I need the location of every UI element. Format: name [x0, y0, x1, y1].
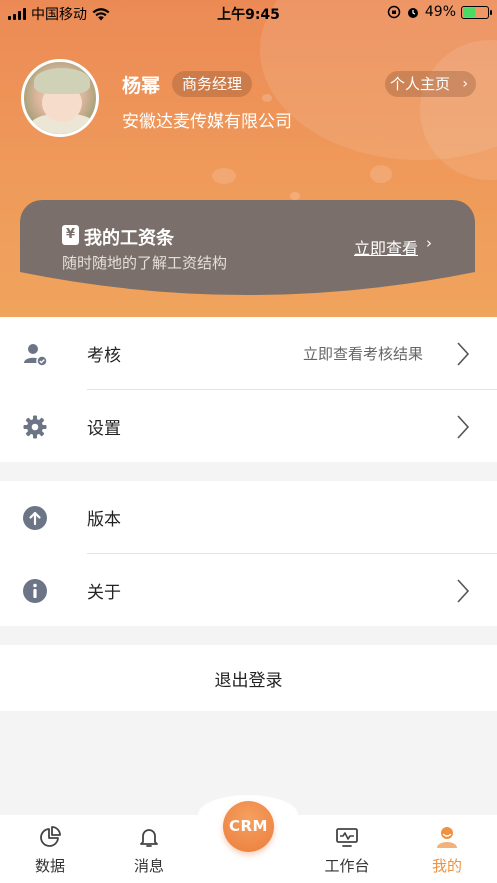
- homepage-button-label: 个人主页: [390, 75, 451, 93]
- tab-workbench[interactable]: 工作台: [297, 815, 397, 883]
- header-decoration: [290, 192, 300, 200]
- assessment-hint: 立即查看考核结果: [302, 345, 423, 363]
- menu-group-main: 考核 立即查看考核结果 设置: [0, 317, 497, 462]
- crm-center-button[interactable]: CRM: [223, 801, 274, 852]
- menu-item-assessment[interactable]: 考核 立即查看考核结果: [0, 317, 497, 389]
- tab-label: 消息: [133, 857, 164, 875]
- menu-item-settings[interactable]: 设置: [0, 390, 497, 462]
- homepage-button[interactable]: 个人主页 ›: [385, 71, 476, 97]
- salary-icon: ¥: [62, 225, 79, 245]
- logout-button[interactable]: 退出登录: [0, 645, 497, 711]
- salary-title: 我的工资条: [84, 228, 174, 249]
- status-bar: 中国移动 上午9:45 49%: [0, 0, 497, 26]
- tab-label: 数据: [34, 857, 65, 875]
- chevron-right-icon: ›: [462, 76, 468, 92]
- header-decoration: [212, 168, 236, 184]
- tab-mine[interactable]: 我的: [397, 815, 497, 883]
- company-name: 安徽达麦传媒有限公司: [122, 112, 292, 132]
- info-icon: [23, 579, 47, 603]
- monitor-icon: [336, 828, 358, 847]
- menu-item-label: 版本: [87, 510, 121, 530]
- chevron-right-icon: [457, 579, 470, 603]
- tab-label: 我的: [431, 857, 462, 875]
- user-name: 杨幂: [122, 75, 161, 97]
- header-decoration: [262, 94, 272, 102]
- chevron-right-icon: [457, 342, 470, 366]
- menu-item-label: 关于: [87, 583, 121, 603]
- battery-percent: 49%: [424, 4, 456, 20]
- tab-label: 工作台: [324, 857, 370, 875]
- menu-group-info: 版本 关于: [0, 481, 497, 626]
- tab-messages[interactable]: 消息: [99, 815, 199, 883]
- avatar[interactable]: [21, 59, 99, 137]
- salary-subtitle: 随时随地的了解工资结构: [62, 254, 228, 272]
- view-salary-link[interactable]: 立即查看: [354, 235, 418, 259]
- battery-icon: [461, 5, 492, 19]
- header-decoration: [370, 165, 392, 183]
- chevron-right-icon: [457, 415, 470, 439]
- upload-arrow-icon: [23, 506, 47, 530]
- logout-label: 退出登录: [214, 671, 283, 691]
- tab-data[interactable]: 数据: [0, 815, 100, 883]
- user-check-icon: [24, 344, 48, 367]
- orientation-lock-icon: [387, 5, 401, 19]
- role-badge: 商务经理: [172, 71, 253, 97]
- menu-item-label: 考核: [87, 346, 121, 366]
- menu-item-label: 设置: [87, 419, 121, 439]
- menu-item-version[interactable]: 版本: [0, 481, 497, 553]
- chevron-right-icon: ›: [426, 234, 432, 252]
- person-icon: [437, 827, 457, 848]
- menu-item-about[interactable]: 关于: [0, 554, 497, 626]
- pie-chart-icon: [40, 826, 61, 847]
- gear-icon: [23, 415, 47, 439]
- alarm-icon: [407, 8, 418, 18]
- bell-icon: [140, 829, 158, 847]
